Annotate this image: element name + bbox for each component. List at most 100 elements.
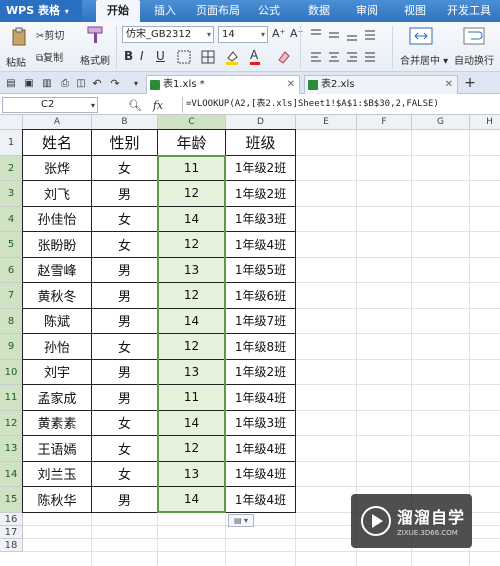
cell-class[interactable]: 1年级4班 bbox=[226, 436, 296, 462]
tab-review[interactable]: 审阅 bbox=[350, 0, 384, 22]
column-header-a[interactable]: A bbox=[23, 115, 92, 130]
tab-page-layout[interactable]: 页面布局 bbox=[190, 0, 246, 22]
cell-age[interactable]: 13 bbox=[158, 257, 226, 283]
column-header-c[interactable]: C bbox=[158, 115, 226, 130]
cell-gender[interactable]: 女 bbox=[92, 436, 158, 462]
cell-gender[interactable]: 女 bbox=[92, 206, 158, 232]
paste-icon[interactable] bbox=[8, 26, 30, 48]
cell-class[interactable]: 1年级7班 bbox=[226, 308, 296, 334]
font-size-select[interactable]: 14 ▾ bbox=[218, 26, 268, 43]
cell-gender[interactable]: 女 bbox=[92, 410, 158, 436]
cell-name[interactable]: 孙佳怡 bbox=[23, 206, 92, 232]
valign-icons[interactable] bbox=[308, 27, 378, 43]
header-class[interactable]: 班级 bbox=[226, 130, 296, 156]
wrap-text-label[interactable]: 自动换行 bbox=[454, 52, 494, 67]
open-icon[interactable]: ▥ bbox=[40, 76, 54, 90]
bold-button[interactable]: B bbox=[124, 49, 133, 63]
save-icon[interactable]: ▣ bbox=[22, 76, 36, 90]
cell-name[interactable]: 黄秋冬 bbox=[23, 283, 92, 309]
cell-class[interactable]: 1年级2班 bbox=[226, 181, 296, 207]
column-header-b[interactable]: B bbox=[92, 115, 158, 130]
cell-class[interactable]: 1年级8班 bbox=[226, 334, 296, 360]
row-header-18[interactable]: 18 bbox=[0, 538, 23, 552]
cell-age[interactable]: 11 bbox=[158, 385, 226, 411]
cell-gender[interactable]: 女 bbox=[92, 155, 158, 181]
clear-format-icon[interactable] bbox=[276, 49, 292, 65]
zoom-icon[interactable]: 🔍︎ bbox=[128, 98, 142, 112]
cell-class[interactable]: 1年级2班 bbox=[226, 155, 296, 181]
row-header-15[interactable]: 15 bbox=[0, 487, 23, 513]
format-painter-label[interactable]: 格式刷 bbox=[80, 52, 110, 67]
font-color-button[interactable]: A bbox=[250, 48, 260, 65]
cell-name[interactable]: 陈斌 bbox=[23, 308, 92, 334]
tab-formulas[interactable]: 公式 bbox=[252, 0, 286, 22]
undo-icon[interactable]: ↶ bbox=[90, 76, 104, 90]
cell-age[interactable]: 13 bbox=[158, 461, 226, 487]
cell-age[interactable]: 14 bbox=[158, 206, 226, 232]
font-name-select[interactable]: 仿宋_GB2312 ▾ bbox=[122, 26, 214, 43]
column-header-f[interactable]: F bbox=[357, 115, 412, 130]
row-header-1[interactable]: 1 bbox=[0, 130, 23, 156]
cell-age[interactable]: 12 bbox=[158, 436, 226, 462]
cell-age[interactable]: 12 bbox=[158, 232, 226, 258]
cell-gender[interactable]: 男 bbox=[92, 308, 158, 334]
cell-gender[interactable]: 男 bbox=[92, 181, 158, 207]
row-header-17[interactable]: 17 bbox=[0, 525, 23, 539]
app-menu-button[interactable]: WPS 表格 ▾ bbox=[0, 0, 82, 22]
merge-center-button[interactable]: 合并居中 ▾ bbox=[400, 52, 448, 67]
row-header-10[interactable]: 10 bbox=[0, 359, 23, 385]
grid-border-icon[interactable] bbox=[200, 50, 216, 64]
add-tab-icon[interactable]: + bbox=[462, 75, 478, 91]
cell-name[interactable]: 张烨 bbox=[23, 155, 92, 181]
cell-gender[interactable]: 女 bbox=[92, 334, 158, 360]
chevron-down-icon[interactable]: ▾ bbox=[88, 98, 98, 112]
paste-label[interactable]: 粘贴 bbox=[6, 54, 26, 69]
cell-name[interactable]: 赵雪峰 bbox=[23, 257, 92, 283]
row-header-7[interactable]: 7 bbox=[0, 283, 23, 309]
row-header-9[interactable]: 9 bbox=[0, 334, 23, 360]
header-age[interactable]: 年龄 bbox=[158, 130, 226, 156]
cell-gender[interactable]: 女 bbox=[92, 461, 158, 487]
cell-gender[interactable]: 男 bbox=[92, 257, 158, 283]
row-header-3[interactable]: 3 bbox=[0, 181, 23, 207]
cell-class[interactable]: 1年级6班 bbox=[226, 283, 296, 309]
close-icon[interactable]: ✕ bbox=[445, 76, 453, 94]
print-icon[interactable]: ⎙ bbox=[58, 76, 72, 90]
file-tab-2[interactable]: 表2.xls ✕ bbox=[304, 75, 458, 94]
tab-developer[interactable]: 开发工具 bbox=[442, 0, 496, 22]
column-header-h[interactable]: H bbox=[470, 115, 500, 130]
row-header-5[interactable]: 5 bbox=[0, 232, 23, 258]
cell-name[interactable]: 刘兰玉 bbox=[23, 461, 92, 487]
new-icon[interactable]: ▤ bbox=[4, 76, 18, 90]
merge-center-icon[interactable] bbox=[408, 26, 434, 46]
column-header-e[interactable]: E bbox=[296, 115, 357, 130]
cell-class[interactable]: 1年级2班 bbox=[226, 359, 296, 385]
row-header-13[interactable]: 13 bbox=[0, 436, 23, 462]
cut-button[interactable]: ✂剪切 bbox=[36, 27, 64, 42]
row-header-8[interactable]: 8 bbox=[0, 308, 23, 334]
select-all-corner[interactable] bbox=[0, 115, 23, 130]
cell-class[interactable]: 1年级3班 bbox=[226, 206, 296, 232]
cell-age[interactable]: 11 bbox=[158, 155, 226, 181]
cell-class[interactable]: 1年级4班 bbox=[226, 385, 296, 411]
close-icon[interactable]: ✕ bbox=[287, 76, 295, 94]
cell-age[interactable]: 12 bbox=[158, 181, 226, 207]
header-name[interactable]: 姓名 bbox=[23, 130, 92, 156]
formula-input[interactable]: =VLOOKUP(A2,[表2.xls]Sheet1!$A$1:$B$30,2,… bbox=[182, 97, 498, 113]
fill-color-icon[interactable] bbox=[224, 49, 240, 65]
cell-name[interactable]: 张盼盼 bbox=[23, 232, 92, 258]
chevron-down-icon[interactable]: ▾ bbox=[130, 76, 142, 90]
cell-gender[interactable]: 男 bbox=[92, 385, 158, 411]
row-header-11[interactable]: 11 bbox=[0, 385, 23, 411]
row-header-12[interactable]: 12 bbox=[0, 410, 23, 436]
halign-icons[interactable] bbox=[308, 49, 378, 65]
cell-name[interactable]: 孟家成 bbox=[23, 385, 92, 411]
cell-age[interactable]: 12 bbox=[158, 334, 226, 360]
underline-button[interactable]: U bbox=[156, 49, 165, 63]
file-tab-1[interactable]: 表1.xls * ✕ bbox=[146, 75, 300, 94]
function-icon[interactable]: fx bbox=[148, 97, 168, 113]
cell-class[interactable]: 1年级3班 bbox=[226, 410, 296, 436]
tab-data[interactable]: 数据 bbox=[302, 0, 336, 22]
column-header-g[interactable]: G bbox=[412, 115, 470, 130]
cell-name[interactable]: 孙怡 bbox=[23, 334, 92, 360]
